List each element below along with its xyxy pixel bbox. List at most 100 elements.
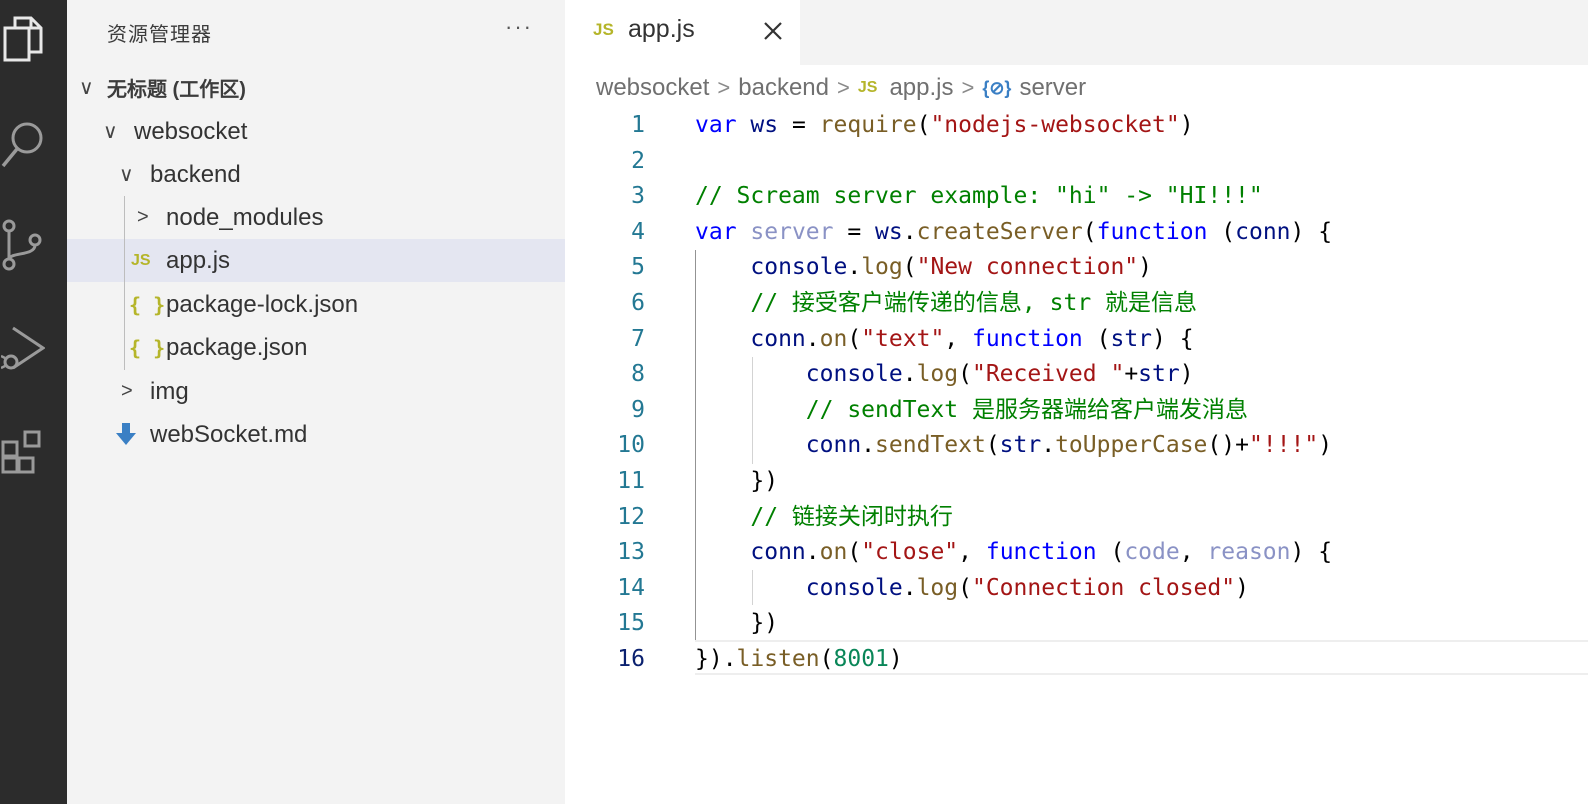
file-package-lock-json[interactable]: { } package-lock.json [67, 283, 565, 326]
tree-label: webSocket.md [150, 420, 308, 448]
tree-label: img [150, 377, 189, 405]
folder-backend[interactable]: ∨ backend [67, 153, 565, 196]
chevron-right-icon: > [717, 75, 731, 100]
js-file-icon: JS [857, 79, 878, 96]
breadcrumb: websocket > backend > JS app.js > {⊘} se… [596, 70, 1086, 106]
tree-label: backend [150, 160, 241, 188]
search-icon[interactable] [0, 116, 46, 172]
source-control-icon[interactable] [0, 218, 46, 274]
code-line[interactable]: 9 // sendText 是服务器端给客户端发消息 [565, 393, 1588, 428]
json-file-icon: { } [129, 292, 166, 317]
code-text: var server = ws.createServer(function (c… [695, 218, 1333, 245]
code-text: console.log("Connection closed") [805, 574, 1249, 601]
code-line[interactable]: 14 console.log("Connection closed") [565, 571, 1588, 606]
markdown-download-icon [115, 423, 137, 454]
code-line[interactable]: 4 var server = ws.createServer(function (… [565, 215, 1588, 250]
js-file-icon: JS [593, 20, 614, 39]
explorer-title: 资源管理器 [107, 24, 212, 46]
code-text: }) [695, 610, 779, 637]
line-number: 14 [617, 574, 645, 601]
code-text: conn.sendText(str.toUpperCase()+"!!!") [805, 432, 1333, 459]
code-text: conn.on("text", function (str) { [750, 325, 1194, 352]
code-line[interactable]: 7 conn.on("text", function (str) { [565, 322, 1588, 357]
tab-label: app.js [628, 15, 695, 43]
file-package-json[interactable]: { } package.json [67, 326, 565, 369]
line-number: 9 [631, 396, 645, 423]
folder-websocket[interactable]: ∨ websocket [67, 110, 565, 153]
line-number: 2 [631, 147, 645, 174]
tree-label: package.json [166, 333, 308, 361]
line-number: 10 [617, 432, 645, 459]
code-line[interactable]: 2 [565, 144, 1588, 179]
tree-label: websocket [134, 117, 248, 145]
tree-label: 无标题 (工作区) [107, 79, 246, 101]
code-text: }).listen(8001) [695, 646, 903, 672]
symbol-variable-icon: {⊘} [982, 77, 1012, 98]
run-debug-icon[interactable] [0, 320, 46, 376]
code-text: // 链接关闭时执行 [750, 503, 953, 530]
line-number: 13 [617, 539, 645, 566]
explorer-sidebar: 资源管理器 ··· ∨ 无标题 (工作区) ∨ websocket ∨ back… [67, 0, 565, 804]
line-number: 11 [617, 468, 645, 494]
chevron-right-icon: > [137, 206, 149, 228]
code-line[interactable]: 11 }) [565, 464, 1588, 499]
activity-bar [0, 0, 67, 804]
code-line[interactable]: 10 conn.sendText(str.toUpperCase()+"!!!"… [565, 428, 1588, 463]
line-number: 16 [617, 646, 645, 672]
more-actions-icon[interactable]: ··· [505, 14, 533, 40]
code-line[interactable]: 5 console.log("New connection") [565, 250, 1588, 285]
code-text: // 接受客户端传递的信息, str 就是信息 [750, 290, 1198, 316]
code-line[interactable]: 13 conn.on("close", function (code, reas… [565, 535, 1588, 570]
code-text: conn.on("close", function (code, reason)… [750, 539, 1333, 566]
code-line[interactable]: 3 // Scream server example: "hi" -> "HI!!… [565, 179, 1588, 214]
code-line[interactable]: 1 var ws = require("nodejs-websocket") [565, 108, 1588, 143]
code-text: console.log("Received "+str) [805, 361, 1194, 388]
line-number: 1 [631, 112, 645, 138]
chevron-right-icon: > [837, 75, 850, 100]
chevron-right-icon: > [121, 380, 133, 402]
tree-label: app.js [166, 246, 231, 274]
tree-label: node_modules [166, 203, 324, 231]
explorer-icon[interactable] [0, 12, 46, 68]
close-icon[interactable] [762, 16, 784, 46]
tree-label: package-lock.json [166, 290, 359, 318]
tab-bar: JS app.js [565, 0, 1588, 65]
tab-app-js[interactable]: JS app.js [565, 0, 800, 65]
chevron-right-icon: > [961, 75, 975, 100]
folder-img[interactable]: > img [67, 370, 565, 413]
code-line[interactable]: 16 }).listen(8001) [565, 642, 1588, 677]
folder-node-modules[interactable]: > node_modules [67, 196, 565, 239]
code-line[interactable]: 8 console.log("Received "+str) [565, 357, 1588, 392]
line-number: 3 [631, 183, 645, 210]
code-text: console.log("New connection") [750, 254, 1153, 281]
file-app-js[interactable]: JS app.js [67, 239, 565, 282]
breadcrumb-item[interactable]: server [1019, 74, 1086, 102]
line-number: 15 [617, 610, 645, 637]
line-number: 6 [631, 290, 645, 316]
breadcrumb-item[interactable]: websocket [596, 74, 709, 102]
code-text: }) [695, 468, 779, 494]
code-line[interactable]: 6 // 接受客户端传递的信息, str 就是信息 [565, 286, 1588, 321]
chevron-down-icon: ∨ [119, 164, 134, 186]
code-text: // Scream server example: "hi" -> "HI!!!… [695, 183, 1263, 210]
extensions-icon[interactable] [0, 426, 46, 482]
breadcrumb-item[interactable]: app.js [889, 74, 953, 102]
code-text: // sendText 是服务器端给客户端发消息 [805, 396, 1248, 423]
code-line[interactable]: 12 // 链接关闭时执行 [565, 500, 1588, 535]
line-number: 5 [631, 254, 645, 281]
json-file-icon: { } [129, 335, 166, 360]
code-editor[interactable]: 1 var ws = require("nodejs-websocket") 2 3 /… [565, 108, 1588, 804]
breadcrumb-item[interactable]: backend [738, 74, 829, 102]
workspace-root[interactable]: ∨ 无标题 (工作区) [67, 66, 565, 109]
file-websocket-md[interactable]: webSocket.md [67, 413, 565, 456]
code-line[interactable]: 15 }) [565, 606, 1588, 641]
line-number: 7 [631, 325, 645, 352]
line-number: 8 [631, 361, 645, 388]
tree-indent-guide [124, 196, 125, 370]
chevron-down-icon: ∨ [79, 77, 94, 99]
line-number: 12 [617, 503, 645, 530]
js-file-icon: JS [131, 251, 151, 269]
code-text: var ws = require("nodejs-websocket") [695, 112, 1194, 138]
line-number: 4 [631, 218, 645, 245]
chevron-down-icon: ∨ [103, 121, 118, 143]
